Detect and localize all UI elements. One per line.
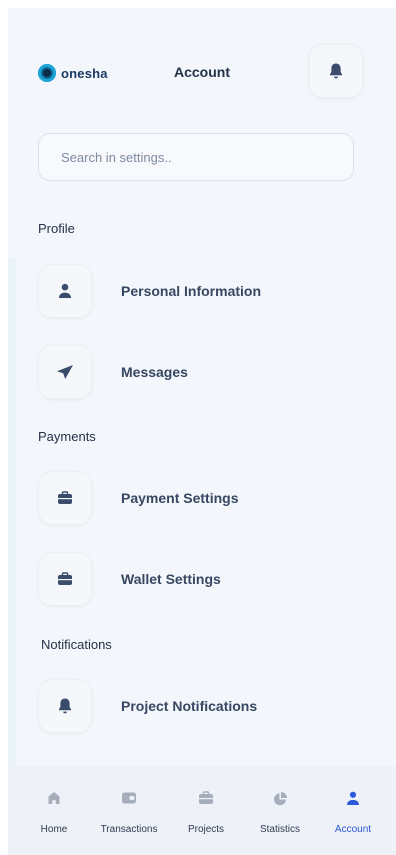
settings-item-personal-information[interactable]: Personal Information	[38, 264, 368, 318]
side-decoration	[8, 258, 16, 768]
tab-home[interactable]: Home	[30, 766, 78, 855]
tab-label: Projects	[187, 824, 225, 835]
settings-item-messages[interactable]: Messages	[38, 345, 368, 399]
tab-label: Account	[334, 824, 372, 835]
brand-logo[interactable]: onesha	[38, 64, 108, 82]
settings-item-icon-box	[38, 679, 92, 733]
settings-item-label: Payment Settings	[121, 490, 239, 506]
section-title-notifications: Notifications	[41, 637, 112, 652]
settings-item-label: Wallet Settings	[121, 571, 221, 587]
settings-item-payment-settings[interactable]: Payment Settings	[38, 471, 368, 525]
notifications-button[interactable]	[309, 44, 363, 98]
home-icon	[48, 792, 60, 804]
bell-icon	[330, 63, 342, 79]
page-title: Account	[174, 64, 230, 80]
tab-account[interactable]: Account	[325, 766, 381, 855]
pie-chart-icon	[273, 791, 287, 805]
tab-label: Home	[40, 824, 68, 835]
bell-icon	[59, 698, 71, 714]
settings-item-label: Personal Information	[121, 283, 262, 299]
briefcase-icon	[58, 572, 72, 585]
briefcase-icon	[58, 491, 72, 504]
tab-statistics[interactable]: Statistics	[252, 766, 308, 855]
settings-item-wallet-settings[interactable]: Wallet Settings	[38, 552, 368, 606]
settings-item-icon-box	[38, 345, 92, 399]
tab-label: Statistics	[259, 824, 300, 835]
brand-name: onesha	[61, 65, 108, 81]
settings-item-project-notifications[interactable]: Project Notifications	[38, 679, 368, 733]
settings-item-icon-box	[38, 552, 92, 606]
send-icon	[57, 365, 73, 379]
settings-item-icon-box	[38, 471, 92, 525]
wallet-icon	[122, 792, 136, 804]
account-screen: onesha Account Profile Personal Informat…	[8, 8, 396, 855]
section-title-profile: Profile	[38, 221, 75, 236]
settings-item-icon-box	[38, 264, 92, 318]
user-icon	[347, 791, 359, 805]
briefcase-icon	[199, 791, 213, 804]
section-title-payments: Payments	[38, 429, 96, 444]
settings-search-input[interactable]	[38, 133, 354, 181]
header: onesha Account	[8, 8, 396, 128]
settings-item-label: Messages	[121, 364, 188, 380]
tab-label: Transactions	[100, 824, 158, 835]
tab-transactions[interactable]: Transactions	[94, 766, 164, 855]
user-icon	[59, 283, 71, 298]
settings-item-label: Project Notifications	[121, 698, 258, 714]
tab-projects[interactable]: Projects	[181, 766, 231, 855]
logo-mark-icon	[38, 64, 56, 82]
bottom-tab-bar: Home Transactions Projects Statistics Ac…	[8, 766, 396, 855]
